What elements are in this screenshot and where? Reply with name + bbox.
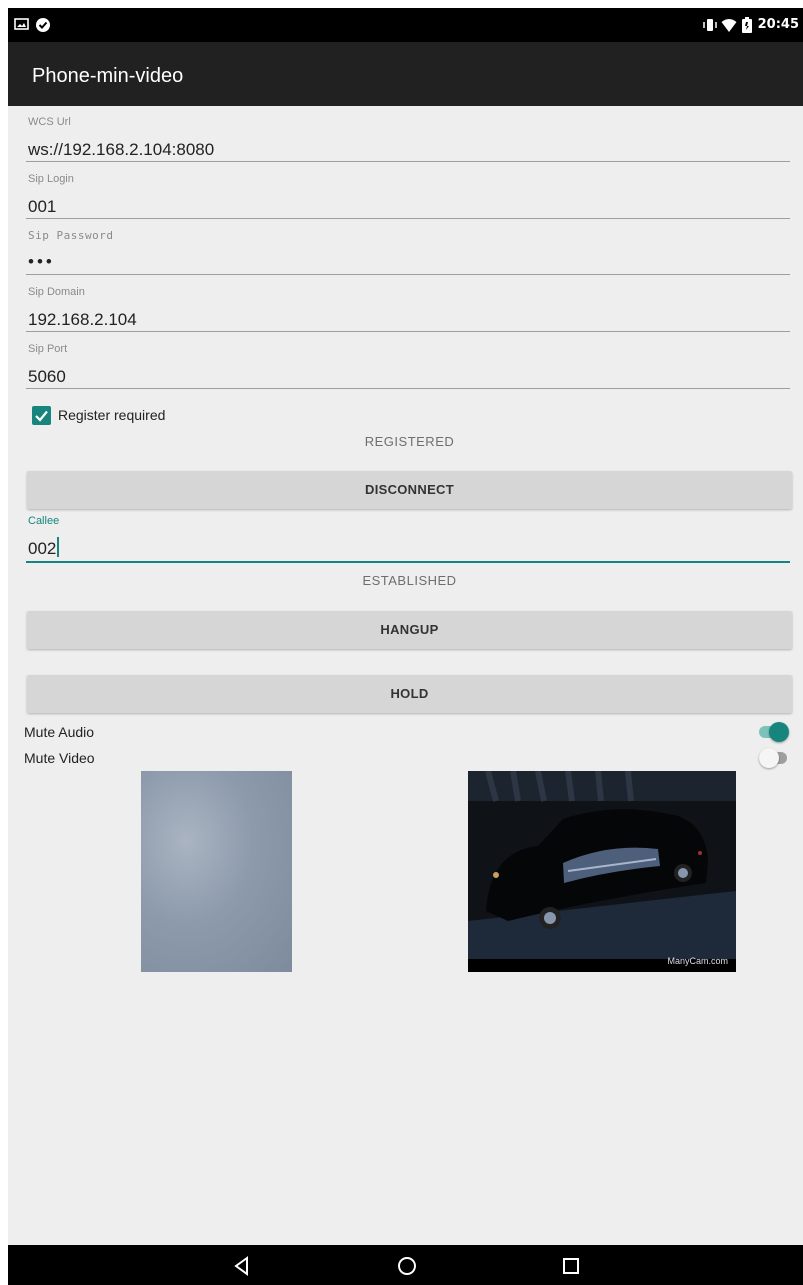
app-title: Phone-min-video [32, 65, 184, 87]
sip-login-underline [26, 218, 790, 219]
device-screen: 20:45 Phone-min-video WCS Url ws://192.1… [8, 8, 803, 1285]
battery-icon [742, 17, 752, 33]
hold-button[interactable]: HOLD [27, 675, 792, 713]
callee-input-text: 002 [28, 539, 57, 558]
wifi-icon [721, 19, 737, 32]
sip-port-underline [26, 388, 790, 389]
call-status: ESTABLISHED [362, 573, 457, 588]
callee-label: Callee [28, 515, 60, 527]
sip-domain-label: Sip Domain [28, 286, 85, 298]
callee-underline [26, 561, 790, 563]
hangup-button[interactable]: HANGUP [27, 611, 792, 649]
sip-port-label: Sip Port [28, 343, 68, 355]
home-icon[interactable] [396, 1255, 418, 1277]
text-caret [57, 537, 60, 557]
remote-video-view: ManyCam.com [468, 771, 736, 972]
sip-port-input[interactable]: 5060 [28, 367, 66, 387]
mute-audio-switch[interactable] [759, 721, 789, 743]
mute-video-label: Mute Video [24, 750, 95, 766]
sip-domain-underline [26, 331, 790, 332]
navigation-bar [8, 1245, 803, 1285]
app-bar: Phone-min-video [8, 42, 803, 106]
switch-thumb [769, 722, 789, 742]
recents-icon[interactable] [560, 1255, 582, 1277]
connection-status: REGISTERED [364, 434, 455, 449]
wcs-url-input[interactable]: ws://192.168.2.104:8080 [28, 140, 214, 160]
check-badge-icon [36, 18, 50, 32]
remote-video-frame [468, 771, 736, 972]
local-video-view [141, 771, 292, 972]
register-required-label[interactable]: Register required [58, 407, 165, 423]
disconnect-button[interactable]: DISCONNECT [27, 471, 792, 509]
sip-login-label: Sip Login [28, 173, 74, 185]
sip-domain-input[interactable]: 192.168.2.104 [28, 310, 137, 330]
checkmark-icon [35, 410, 48, 422]
wcs-url-underline [26, 161, 790, 162]
wcs-url-label: WCS Url [28, 116, 71, 128]
sip-password-underline [26, 274, 790, 275]
callee-input[interactable]: 002 [28, 537, 60, 559]
mute-video-switch[interactable] [759, 747, 789, 769]
status-time: 20:45 [757, 17, 799, 32]
vibrate-icon [703, 19, 717, 31]
sip-password-label: Sip Password [28, 229, 114, 242]
register-required-checkbox[interactable] [32, 406, 51, 425]
status-bar: 20:45 [8, 8, 803, 42]
sip-login-input[interactable]: 001 [28, 197, 56, 217]
back-icon[interactable] [231, 1255, 253, 1277]
switch-thumb [759, 748, 779, 768]
sip-password-input[interactable]: ••• [28, 252, 55, 272]
image-notification-icon [14, 18, 29, 30]
mute-audio-label: Mute Audio [24, 724, 95, 740]
remote-video-watermark: ManyCam.com [667, 956, 728, 966]
